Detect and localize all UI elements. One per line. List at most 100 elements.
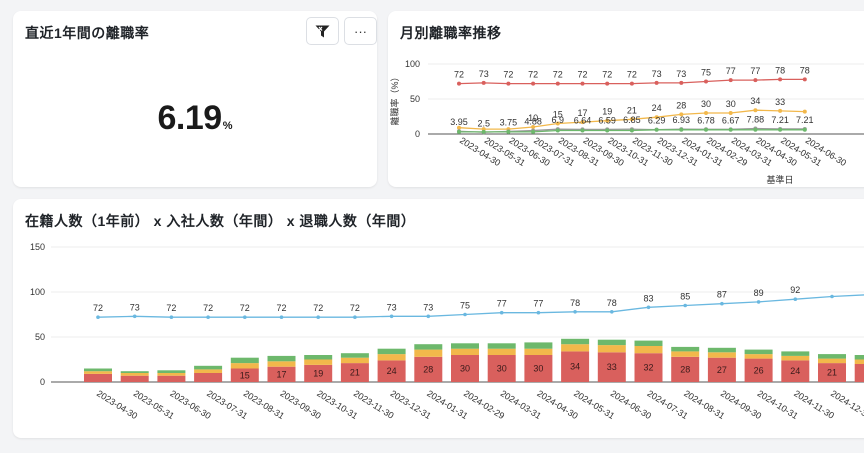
- trend-data-label: 72: [627, 70, 637, 80]
- stack-headcount-point: [463, 312, 467, 317]
- stack-xtick-label: 2023-06-30: [168, 388, 212, 421]
- stack-bar-segment: [597, 345, 626, 353]
- more-icon: ···: [354, 23, 367, 39]
- trend-point: [679, 127, 684, 132]
- stack-headcount-point: [243, 315, 247, 319]
- trend-data-label: 72: [577, 70, 587, 80]
- stack-headcount-point: [610, 310, 614, 314]
- stack-bar-segment: [818, 354, 846, 359]
- stack-bar-segment: [561, 344, 590, 352]
- stack-bar-label: 19: [313, 368, 323, 378]
- stack-bar-segment: [414, 349, 443, 357]
- trend-data-label: 73: [676, 69, 686, 79]
- stacked-bar-chart: 0501001502023-04-302023-05-312023-06-302…: [30, 242, 864, 421]
- stack-bar-segment: [230, 357, 259, 364]
- trend-point: [555, 128, 560, 133]
- stack-xtick-label: 2023-10-31: [315, 388, 359, 421]
- trend-data-label: 78: [800, 65, 810, 75]
- stack-bar-label: 30: [460, 364, 470, 374]
- stack-bar-segment: [267, 355, 296, 362]
- trend-point: [629, 81, 634, 86]
- stack-xtick-label: 2024-02-29: [462, 388, 506, 421]
- filter-icon: [315, 25, 330, 37]
- stack-headcount-label: 73: [387, 302, 397, 312]
- trend-point: [778, 77, 783, 82]
- stack-xtick-label: 2024-12-31: [829, 388, 864, 421]
- stack-bar-segment: [597, 339, 626, 346]
- trend-data-label: 6.67: [722, 115, 740, 125]
- stack-bar-segment: [194, 365, 223, 370]
- trend-point: [802, 77, 807, 82]
- filter-button[interactable]: [306, 17, 339, 45]
- stack-headcount-label: 83: [643, 293, 653, 303]
- stack-bar-segment: [84, 368, 112, 372]
- stack-bar-segment: [707, 352, 736, 358]
- trend-data-label: 78: [775, 65, 785, 75]
- stack-headcount-point: [316, 315, 321, 319]
- trend-data-label: 72: [553, 70, 563, 80]
- stack-xtick-label: 2024-05-31: [572, 388, 616, 421]
- stack-headcount-point: [683, 303, 687, 308]
- stack-headcount-label: 92: [790, 285, 800, 295]
- stack-bar-segment: [340, 357, 369, 364]
- trend-xlabel: 基準日: [766, 174, 793, 185]
- stack-bar-label: 21: [350, 368, 360, 378]
- stack-bar-label: 30: [497, 364, 507, 374]
- trend-point: [580, 81, 585, 86]
- stack-bar-segment: [671, 351, 700, 357]
- stack-bar-label: 30: [533, 364, 543, 374]
- trend-data-label: 72: [503, 70, 513, 80]
- stack-bar-segment: [120, 373, 149, 376]
- more-button[interactable]: ···: [344, 17, 377, 45]
- stack-bar-segment: [854, 364, 864, 382]
- stack-ytick-label: 100: [30, 287, 45, 297]
- stack-bar-segment: [84, 373, 112, 382]
- stack-headcount-label: 77: [497, 299, 507, 309]
- trend-data-label: 6.29: [648, 116, 666, 126]
- stack-bar-segment: [524, 342, 553, 349]
- trend-data-label: 33: [775, 97, 785, 107]
- stack-bar-segment: [230, 363, 259, 369]
- stack-xtick-label: 2023-04-30: [95, 388, 139, 421]
- trend-data-label: 77: [726, 66, 736, 76]
- trend-point: [778, 127, 783, 132]
- stack-headcount-label: 78: [607, 298, 617, 308]
- stack-bar-segment: [120, 371, 149, 373]
- stack-xtick-label: 2024-03-31: [499, 388, 543, 421]
- stack-xtick-label: 2023-09-30: [278, 388, 322, 421]
- trend-point: [728, 78, 733, 83]
- stack-bar-segment: [194, 369, 223, 373]
- trend-point: [531, 129, 536, 134]
- trend-data-label: 30: [701, 99, 711, 109]
- stack-bar-segment: [634, 340, 663, 346]
- stack-xtick-label: 2024-06-30: [609, 388, 653, 421]
- stack-headcount-point: [279, 315, 284, 319]
- trend-point: [531, 81, 536, 86]
- stack-bar-segment: [194, 373, 223, 382]
- stack-headcount-point: [756, 300, 761, 304]
- stack-headcount-label: 85: [680, 292, 690, 302]
- stack-headcount-label: 78: [570, 298, 580, 308]
- stack-xtick-label: 2023-12-31: [389, 388, 433, 421]
- trend-data-label: 4.88: [524, 117, 542, 127]
- stack-bar-label: 27: [717, 365, 727, 375]
- stack-headcount-point: [96, 315, 100, 319]
- stack-bar-segment: [304, 359, 333, 365]
- stack-bar-segment: [818, 358, 846, 364]
- trend-data-label: 34: [750, 96, 760, 106]
- trend-data-label: 75: [701, 68, 711, 78]
- stack-headcount-point: [206, 315, 210, 319]
- trend-ytick-label: 50: [410, 94, 420, 104]
- stack-headcount-label: 75: [460, 301, 470, 311]
- trend-data-label: 6.93: [673, 115, 691, 125]
- stack-bar-segment: [854, 355, 864, 360]
- stack-bar-segment: [487, 343, 516, 349]
- stack-headcount-label: 72: [166, 303, 176, 313]
- stack-bar-segment: [377, 354, 406, 361]
- stack-headcount-label: 72: [313, 303, 323, 313]
- trend-data-label: 73: [479, 69, 489, 79]
- stack-bar-segment: [267, 361, 296, 367]
- trend-point: [753, 108, 758, 113]
- stack-bar-segment: [561, 338, 590, 345]
- stack-headcount-point: [646, 305, 651, 310]
